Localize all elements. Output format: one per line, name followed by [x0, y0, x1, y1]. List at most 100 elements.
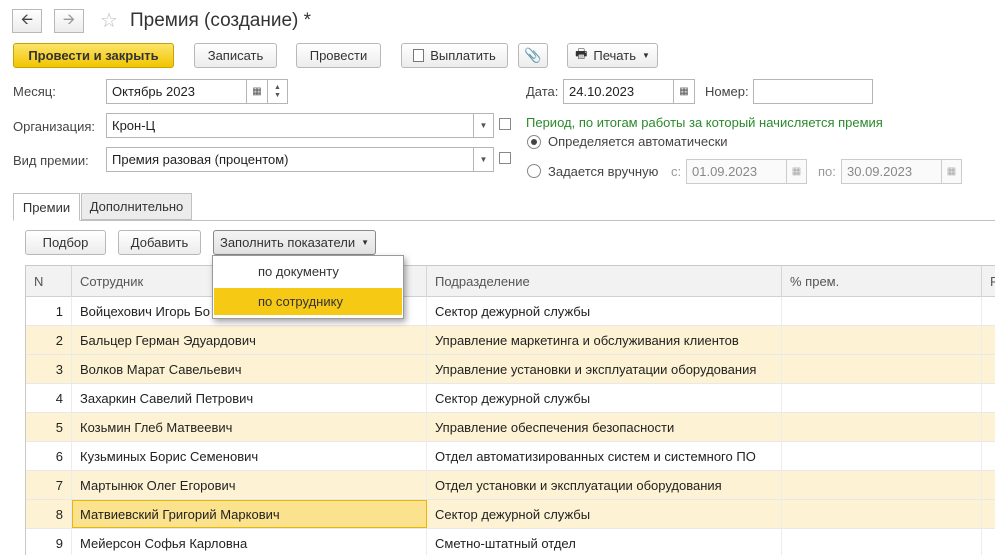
bonus-type-label: Вид премии:: [13, 153, 89, 168]
row-number[interactable]: 5: [26, 413, 72, 441]
radio-auto[interactable]: [527, 135, 541, 149]
radio-manual[interactable]: [527, 164, 541, 178]
select-button[interactable]: Подбор: [25, 230, 106, 255]
menu-item-by-document[interactable]: по документу: [214, 258, 402, 285]
bonus-percent-cell[interactable]: [782, 500, 982, 528]
chevron-down-icon: ▼: [479, 121, 488, 130]
tab-bonuses[interactable]: Премии: [13, 193, 80, 221]
organization-label: Организация:: [13, 119, 96, 134]
row-number[interactable]: 2: [26, 326, 72, 354]
date-calendar-button[interactable]: ▦: [673, 79, 695, 104]
row-number[interactable]: 7: [26, 471, 72, 499]
employee-cell[interactable]: Мейерсон Софья Карловна: [72, 529, 427, 555]
open-icon[interactable]: [499, 152, 511, 164]
table-row[interactable]: 4 Захаркин Савелий Петрович Сектор дежурно…: [26, 384, 995, 413]
row-number[interactable]: 3: [26, 355, 72, 383]
date-field[interactable]: 24.10.2023: [563, 79, 674, 104]
extra-cell[interactable]: [982, 384, 995, 412]
column-header-department[interactable]: Подразделение: [427, 266, 782, 297]
extra-cell[interactable]: [982, 529, 995, 555]
table-row[interactable]: 2 Бальцер Герман Эдуардович Управление мар…: [26, 326, 995, 355]
row-number[interactable]: 8: [26, 500, 72, 528]
table-row[interactable]: 9 Мейерсон Софья Карловна Сметно-штатный о…: [26, 529, 995, 555]
number-field[interactable]: [753, 79, 873, 104]
bonus-percent-cell[interactable]: [782, 326, 982, 354]
extra-cell[interactable]: [982, 297, 995, 325]
table-row[interactable]: 8 Матвиевский Григорий Маркович Сектор деж…: [26, 500, 995, 529]
save-button[interactable]: Записать: [194, 43, 277, 68]
bonus-percent-cell[interactable]: [782, 413, 982, 441]
post-button[interactable]: Провести: [296, 43, 381, 68]
bonus-percent-cell[interactable]: [782, 384, 982, 412]
row-number[interactable]: 6: [26, 442, 72, 470]
month-field[interactable]: Октябрь 2023: [106, 79, 247, 104]
employee-cell[interactable]: Бальцер Герман Эдуардович: [72, 326, 427, 354]
to-date-field[interactable]: 30.09.2023: [841, 159, 942, 184]
table-row[interactable]: 6 Кузьминых Борис Семенович Отдел автомати…: [26, 442, 995, 471]
tab-additional[interactable]: Дополнительно: [81, 193, 192, 220]
row-number[interactable]: 9: [26, 529, 72, 555]
department-cell[interactable]: Управление маркетинга и обслуживания кли…: [427, 326, 782, 354]
employee-cell[interactable]: Волков Марат Савельевич: [72, 355, 427, 383]
menu-item-by-employee[interactable]: по сотруднику: [214, 288, 402, 315]
row-number[interactable]: 4: [26, 384, 72, 412]
tab-divider: [13, 220, 995, 221]
forward-button[interactable]: 🡪: [54, 9, 84, 33]
department-cell[interactable]: Сектор дежурной службы: [427, 297, 782, 325]
to-label: по:: [818, 164, 836, 179]
department-cell[interactable]: Отдел автоматизированных систем и систем…: [427, 442, 782, 470]
column-header-n[interactable]: N: [26, 266, 72, 297]
table-row[interactable]: 1 Войцехович Игорь Бо Сектор дежурной служ…: [26, 297, 995, 326]
table-row[interactable]: 3 Волков Марат Савельевич Управление устан…: [26, 355, 995, 384]
extra-cell[interactable]: [982, 326, 995, 354]
employee-cell[interactable]: Кузьминых Борис Семенович: [72, 442, 427, 470]
table-row[interactable]: 5 Козьмин Глеб Матвеевич Управление обеспе…: [26, 413, 995, 442]
attach-button[interactable]: 📎: [518, 43, 548, 68]
open-icon[interactable]: [499, 118, 511, 130]
bonus-type-dropdown-button[interactable]: ▼: [473, 147, 494, 172]
fill-indicators-button[interactable]: Заполнить показатели ▼: [213, 230, 376, 255]
bonus-percent-cell[interactable]: [782, 471, 982, 499]
department-cell[interactable]: Сектор дежурной службы: [427, 500, 782, 528]
from-calendar-button[interactable]: ▦: [786, 159, 807, 184]
organization-dropdown-button[interactable]: ▼: [473, 113, 494, 138]
organization-field[interactable]: Крон-Ц: [106, 113, 474, 138]
bonus-type-field[interactable]: Премия разовая (процентом): [106, 147, 474, 172]
bonus-percent-cell[interactable]: [782, 297, 982, 325]
calendar-button[interactable]: ▦: [246, 79, 268, 104]
column-header-extra[interactable]: Р: [982, 266, 995, 297]
table-row[interactable]: 7 Мартынюк Олег Егорович Отдел установки и…: [26, 471, 995, 500]
department-cell[interactable]: Управление установки и эксплуатации обор…: [427, 355, 782, 383]
extra-cell[interactable]: [982, 413, 995, 441]
to-calendar-button[interactable]: ▦: [941, 159, 962, 184]
employee-cell[interactable]: Захаркин Савелий Петрович: [72, 384, 427, 412]
row-number[interactable]: 1: [26, 297, 72, 325]
month-stepper[interactable]: ▲ ▼: [267, 79, 288, 104]
department-cell[interactable]: Отдел установки и эксплуатации оборудова…: [427, 471, 782, 499]
post-and-close-button[interactable]: Провести и закрыть: [13, 43, 174, 68]
employee-cell[interactable]: Матвиевский Григорий Маркович: [72, 500, 427, 528]
add-button[interactable]: Добавить: [118, 230, 201, 255]
back-button[interactable]: 🡨: [12, 9, 42, 33]
employee-cell[interactable]: Мартынюк Олег Егорович: [72, 471, 427, 499]
bonus-percent-cell[interactable]: [782, 442, 982, 470]
column-header-bonus-percent[interactable]: % прем.: [782, 266, 982, 297]
from-date-field[interactable]: 01.09.2023: [686, 159, 787, 184]
print-button-label: Печать: [593, 48, 636, 63]
department-cell[interactable]: Управление обеспечения безопасности: [427, 413, 782, 441]
department-cell[interactable]: Сектор дежурной службы: [427, 384, 782, 412]
extra-cell[interactable]: [982, 442, 995, 470]
pay-button[interactable]: Выплатить: [401, 43, 508, 68]
extra-cell[interactable]: [982, 471, 995, 499]
employee-cell[interactable]: Козьмин Глеб Матвеевич: [72, 413, 427, 441]
calendar-icon: ▦: [946, 166, 957, 177]
print-button[interactable]: 🖶 Печать ▼: [567, 43, 658, 68]
chevron-down-icon: ▼: [274, 91, 281, 99]
extra-cell[interactable]: [982, 500, 995, 528]
bonus-percent-cell[interactable]: [782, 355, 982, 383]
document-icon: [413, 49, 425, 62]
bonus-percent-cell[interactable]: [782, 529, 982, 555]
extra-cell[interactable]: [982, 355, 995, 383]
department-cell[interactable]: Сметно-штатный отдел: [427, 529, 782, 555]
star-icon[interactable]: ☆: [100, 8, 118, 33]
